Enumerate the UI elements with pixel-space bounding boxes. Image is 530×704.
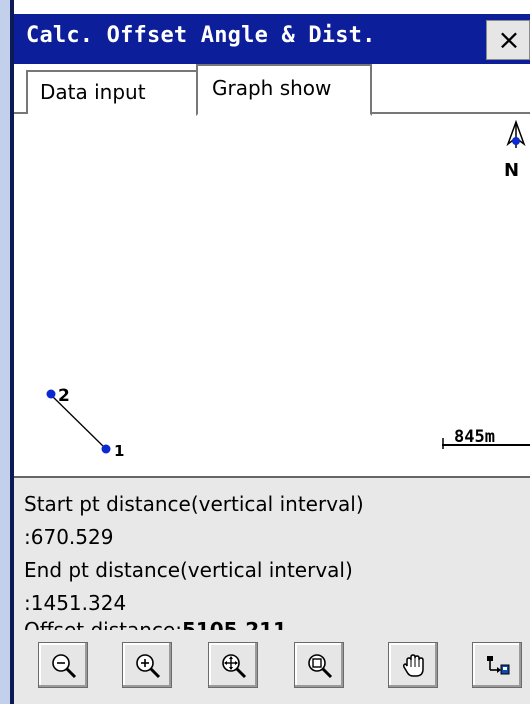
- zoom-window-icon: [308, 654, 333, 679]
- pan-hand-icon: [402, 654, 424, 677]
- scale-label: 845m: [454, 427, 495, 447]
- tab-data-input[interactable]: Data input: [26, 70, 198, 114]
- zoom-out-icon: [52, 654, 77, 679]
- title-bar: Calc. Offset Angle & Dist. ×: [14, 14, 530, 64]
- close-icon: ×: [497, 23, 521, 56]
- pan-button[interactable]: [388, 642, 438, 688]
- window-title: Calc. Offset Angle & Dist.: [26, 23, 376, 48]
- point-2-marker[interactable]: [46, 389, 56, 399]
- graph-canvas[interactable]: 2 1 N 845m: [14, 114, 530, 476]
- close-button[interactable]: ×: [486, 20, 530, 60]
- zoom-out-button[interactable]: [38, 642, 88, 688]
- offset-distance-row: Offset distance:5105.211: [24, 618, 287, 630]
- tab-graph-show[interactable]: Graph show: [196, 64, 372, 116]
- zoom-extents-icon: [222, 654, 247, 679]
- zoom-extents-button[interactable]: [208, 642, 258, 688]
- swap-button[interactable]: [472, 642, 522, 688]
- offset-distance-label: Offset distance:: [24, 618, 182, 630]
- zoom-in-button[interactable]: [122, 642, 172, 688]
- north-arrow-icon: [506, 119, 526, 148]
- graph-toolbar: [14, 630, 530, 704]
- start-distance-value: :670.529: [24, 525, 114, 549]
- info-panel: Start pt distance(vertical interval) :67…: [14, 476, 530, 630]
- offset-distance-value: 5105.211: [181, 618, 287, 630]
- point-2-label: 2: [58, 386, 70, 406]
- zoom-window-button[interactable]: [294, 642, 344, 688]
- point-1-label: 1: [114, 442, 124, 460]
- tab-strip: Data input Graph show: [14, 64, 530, 116]
- app-window: Calc. Offset Angle & Dist. × Data input …: [10, 0, 530, 704]
- point-1-marker[interactable]: [101, 444, 111, 454]
- end-distance-value: :1451.324: [24, 591, 127, 615]
- end-distance-label: End pt distance(vertical interval): [24, 558, 353, 582]
- zoom-in-icon: [136, 654, 161, 679]
- north-label: N: [504, 160, 519, 181]
- start-distance-label: Start pt distance(vertical interval): [24, 492, 364, 516]
- swap-icon: [487, 656, 510, 675]
